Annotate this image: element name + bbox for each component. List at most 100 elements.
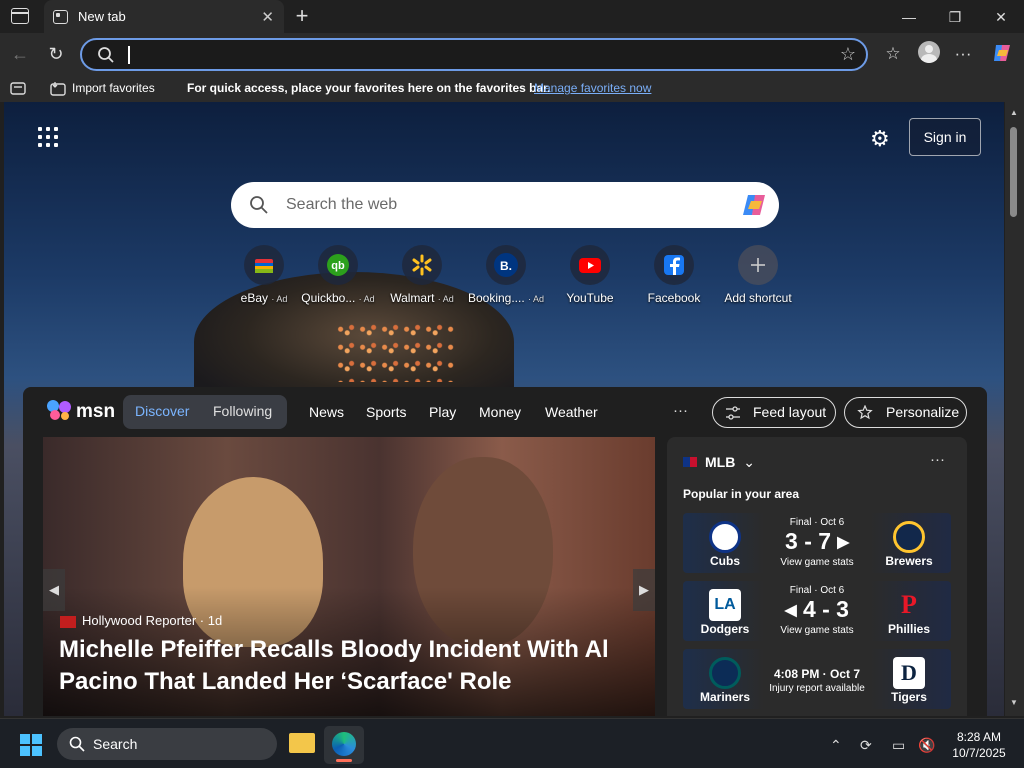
- ad-badge: · Ad: [528, 294, 545, 304]
- article-headline[interactable]: Michelle Pfeiffer Recalls Bloody Inciden…: [59, 634, 639, 698]
- svg-text:qb: qb: [331, 260, 345, 272]
- settings-more-icon[interactable]: ···: [950, 41, 976, 67]
- tab-actions-icon[interactable]: [11, 8, 29, 24]
- home-team: Phillies: [887, 622, 931, 636]
- mariners-logo-icon: [709, 657, 741, 689]
- mlb-header[interactable]: MLB ⌄: [683, 454, 755, 471]
- phillies-logo-icon: P: [901, 590, 917, 619]
- shortcut-youtube[interactable]: YouTube: [548, 245, 632, 305]
- file-explorer-icon[interactable]: [289, 733, 315, 753]
- favorites-icon[interactable]: ☆: [880, 41, 906, 67]
- profile-avatar[interactable]: [918, 41, 940, 63]
- home-team: Tigers: [891, 690, 927, 704]
- title-bar: New tab ✕ + — ❐ ✕: [0, 0, 1024, 33]
- feed-tab-switch: Discover Following: [123, 395, 287, 429]
- close-tab-icon[interactable]: ✕: [261, 8, 274, 26]
- article-source: Hollywood Reporter · 1d: [60, 613, 222, 628]
- nav-sports[interactable]: Sports: [366, 404, 406, 420]
- minimize-button[interactable]: —: [898, 6, 920, 28]
- game-row[interactable]: Cubs Final · Oct 6 3 - 7 ▸ View game sta…: [683, 513, 951, 573]
- import-favorites-link[interactable]: Import favorites: [72, 81, 155, 95]
- edge-taskbar-button[interactable]: [324, 726, 364, 764]
- shortcut-quickbooks[interactable]: qb Quickbo... · Ad: [296, 245, 380, 305]
- view-stats-link[interactable]: View game stats: [743, 625, 891, 636]
- shortcut-booking[interactable]: B. Booking.... · Ad: [464, 245, 548, 305]
- apps-launcher-icon[interactable]: [38, 127, 58, 147]
- favorites-hint: For quick access, place your favorites h…: [187, 81, 551, 95]
- card-more-icon[interactable]: ···: [930, 451, 945, 468]
- back-button[interactable]: ←: [8, 43, 32, 65]
- scroll-down-icon[interactable]: ▼: [1010, 698, 1018, 707]
- newtab-page-icon: [53, 9, 68, 24]
- cubs-logo-icon: [709, 521, 741, 553]
- ad-badge: · Ad: [437, 294, 454, 304]
- tab-following[interactable]: Following: [213, 403, 272, 419]
- shortcuts-row: eBay · Ad qb Quickbo... · Ad Walmart · A…: [222, 245, 812, 305]
- booking-icon: B.: [494, 253, 518, 277]
- game-score: 3 - 7 ▸: [785, 528, 849, 554]
- newtab-page: ⚙ Sign in Search the web eBay · Ad qb Qu…: [4, 102, 1004, 716]
- nav-news[interactable]: News: [309, 404, 344, 420]
- shortcut-label: Walmart: [390, 291, 435, 305]
- nav-more-icon[interactable]: ···: [673, 402, 688, 419]
- nav-weather[interactable]: Weather: [545, 404, 598, 420]
- nav-money[interactable]: Money: [479, 404, 521, 420]
- view-stats-link[interactable]: View game stats: [743, 557, 891, 568]
- favorite-star-icon[interactable]: ☆: [840, 44, 856, 65]
- shortcut-ebay[interactable]: eBay · Ad: [222, 245, 306, 305]
- speaker-muted-icon[interactable]: 🔇: [918, 737, 935, 754]
- scroll-up-icon[interactable]: ▲: [1010, 108, 1018, 117]
- hero-article[interactable]: ◀ ▶ Hollywood Reporter · 1d Michelle Pfe…: [43, 437, 655, 716]
- address-bar[interactable]: ☆: [80, 38, 868, 71]
- restore-button[interactable]: ❐: [944, 6, 966, 28]
- copilot-icon[interactable]: [741, 191, 769, 219]
- tab-discover[interactable]: Discover: [135, 403, 189, 419]
- search-icon: [98, 47, 114, 63]
- tab-new-tab[interactable]: New tab ✕: [44, 0, 284, 33]
- game-row[interactable]: LA Dodgers Final · Oct 6 ◂ 4 - 3 View ga…: [683, 581, 951, 641]
- refresh-button[interactable]: ↻: [44, 43, 68, 65]
- carousel-next-button[interactable]: ▶: [633, 569, 655, 611]
- close-window-button[interactable]: ✕: [990, 6, 1012, 28]
- carousel-prev-button[interactable]: ◀: [43, 569, 65, 611]
- nav-play[interactable]: Play: [429, 404, 456, 420]
- shortcut-facebook[interactable]: Facebook: [632, 245, 716, 305]
- injury-report: Injury report available: [769, 683, 865, 694]
- game-row[interactable]: Mariners 4:08 PM · Oct 7 Injury report a…: [683, 649, 951, 709]
- game-status: Final · Oct 6: [789, 585, 845, 596]
- shortcut-label: Add shortcut: [724, 291, 792, 305]
- text-cursor: [128, 46, 130, 64]
- game-time: 4:08 PM · Oct 7: [773, 667, 861, 681]
- shortcut-walmart[interactable]: Walmart · Ad: [380, 245, 464, 305]
- facebook-icon: [664, 255, 684, 275]
- mlb-logo-icon: [683, 457, 697, 467]
- shortcut-label: Quickbo...: [301, 291, 356, 305]
- clock[interactable]: 8:28 AM 10/7/2025: [944, 729, 1014, 761]
- scrollbar-thumb[interactable]: [1010, 127, 1017, 217]
- feed-layout-button[interactable]: Feed layout: [712, 397, 836, 428]
- taskbar-search[interactable]: Search: [57, 728, 277, 760]
- gear-icon[interactable]: ⚙: [870, 126, 890, 152]
- update-icon[interactable]: ⟳: [860, 737, 872, 754]
- walmart-icon: [412, 254, 432, 276]
- brewers-logo-icon: [893, 521, 925, 553]
- display-icon[interactable]: ▭: [892, 737, 905, 754]
- add-shortcut-button[interactable]: Add shortcut: [716, 245, 800, 305]
- manage-favorites-link[interactable]: Manage favorites now: [534, 81, 651, 95]
- copilot-icon[interactable]: [990, 41, 1014, 65]
- start-button[interactable]: [20, 734, 42, 756]
- browser-toolbar: ← ↻ ☆ ☆ ···: [0, 33, 1024, 75]
- sliders-icon: [726, 406, 740, 420]
- mlb-title: MLB: [705, 454, 736, 470]
- chevron-down-icon: ⌄: [743, 454, 755, 470]
- web-search-box[interactable]: Search the web: [231, 182, 779, 228]
- collections-icon[interactable]: [10, 82, 26, 95]
- page-scrollbar[interactable]: ▲ ▼: [1005, 102, 1024, 716]
- msn-brand[interactable]: msn: [76, 401, 115, 423]
- shortcut-label: Facebook: [647, 291, 701, 305]
- new-tab-button[interactable]: +: [290, 3, 314, 29]
- sign-in-button[interactable]: Sign in: [909, 118, 981, 156]
- chevron-up-icon[interactable]: ⌃: [830, 737, 842, 754]
- msn-feed: msn Discover Following News Sports Play …: [23, 387, 987, 716]
- personalize-button[interactable]: Personalize: [844, 397, 967, 428]
